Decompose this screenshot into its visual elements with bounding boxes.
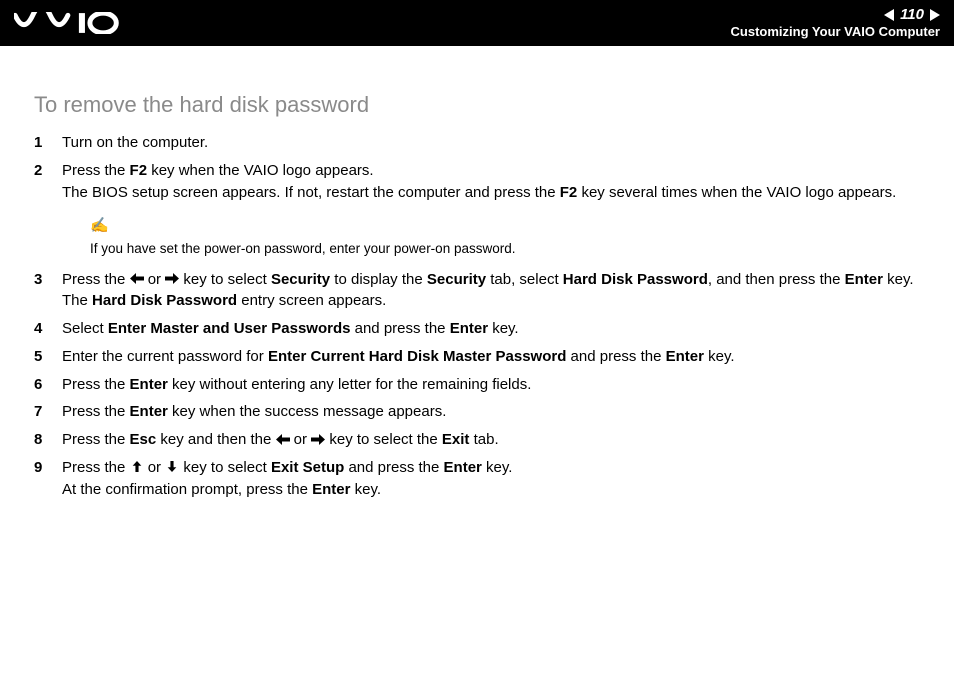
step-4: Select Enter Master and User Passwords a…	[34, 318, 930, 340]
step-8: Press the Esc key and then the or key to…	[34, 429, 930, 451]
arrow-left-icon	[276, 434, 290, 445]
arrow-up-icon	[130, 461, 144, 472]
step-1: Turn on the computer.	[34, 132, 930, 154]
step-6: Press the Enter key without entering any…	[34, 374, 930, 396]
arrow-down-icon	[165, 461, 179, 472]
step-3: Press the or key to select Security to d…	[34, 269, 930, 313]
arrow-left-icon	[130, 273, 144, 284]
vaio-logo	[14, 0, 124, 46]
header-right: 110 Customizing Your VAIO Computer	[731, 6, 940, 41]
steps-list: Turn on the computer. Press the F2 key w…	[34, 132, 930, 500]
note-icon: ✍	[90, 215, 930, 237]
next-page-icon[interactable]	[930, 9, 940, 21]
step-9: Press the or key to select Exit Setup an…	[34, 457, 930, 501]
note: ✍ If you have set the power-on password,…	[90, 215, 930, 258]
page-title: To remove the hard disk password	[34, 92, 930, 118]
page-content: To remove the hard disk password Turn on…	[0, 46, 954, 500]
section-title: Customizing Your VAIO Computer	[731, 24, 940, 40]
note-text: If you have set the power-on password, e…	[90, 241, 515, 256]
step-5: Enter the current password for Enter Cur…	[34, 346, 930, 368]
header-bar: 110 Customizing Your VAIO Computer	[0, 0, 954, 46]
page-navigator: 110	[731, 6, 940, 25]
prev-page-icon[interactable]	[884, 9, 894, 21]
arrow-right-icon	[311, 434, 325, 445]
step-7: Press the Enter key when the success mes…	[34, 401, 930, 423]
page-number: 110	[900, 6, 924, 25]
arrow-right-icon	[165, 273, 179, 284]
step-2: Press the F2 key when the VAIO logo appe…	[34, 160, 930, 259]
